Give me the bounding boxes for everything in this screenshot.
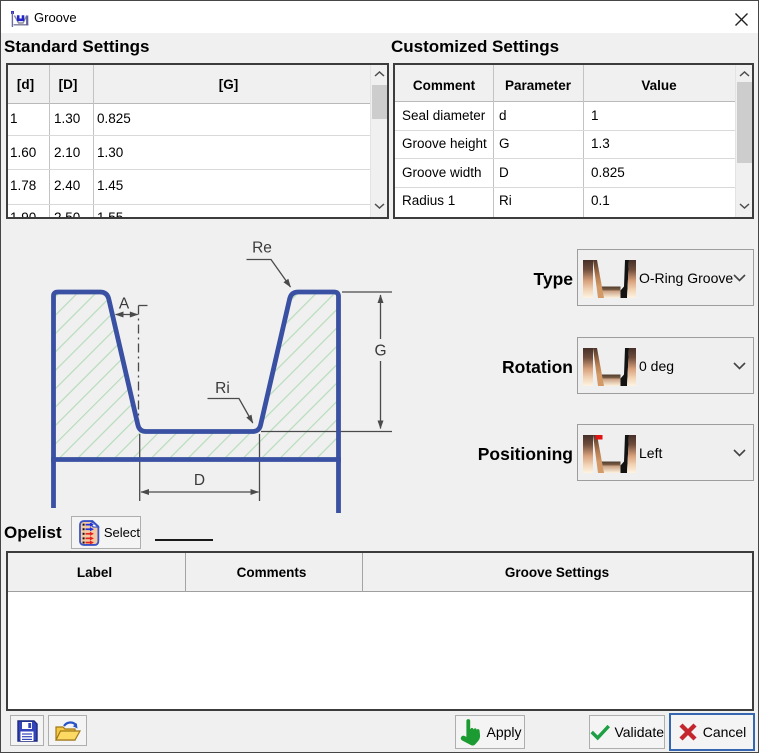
svg-text:A: A [119, 296, 130, 313]
svg-text:G: G [374, 343, 386, 360]
svg-text:Re: Re [252, 240, 272, 257]
svg-text:Ri: Ri [215, 380, 230, 397]
svg-text:D: D [194, 472, 205, 489]
